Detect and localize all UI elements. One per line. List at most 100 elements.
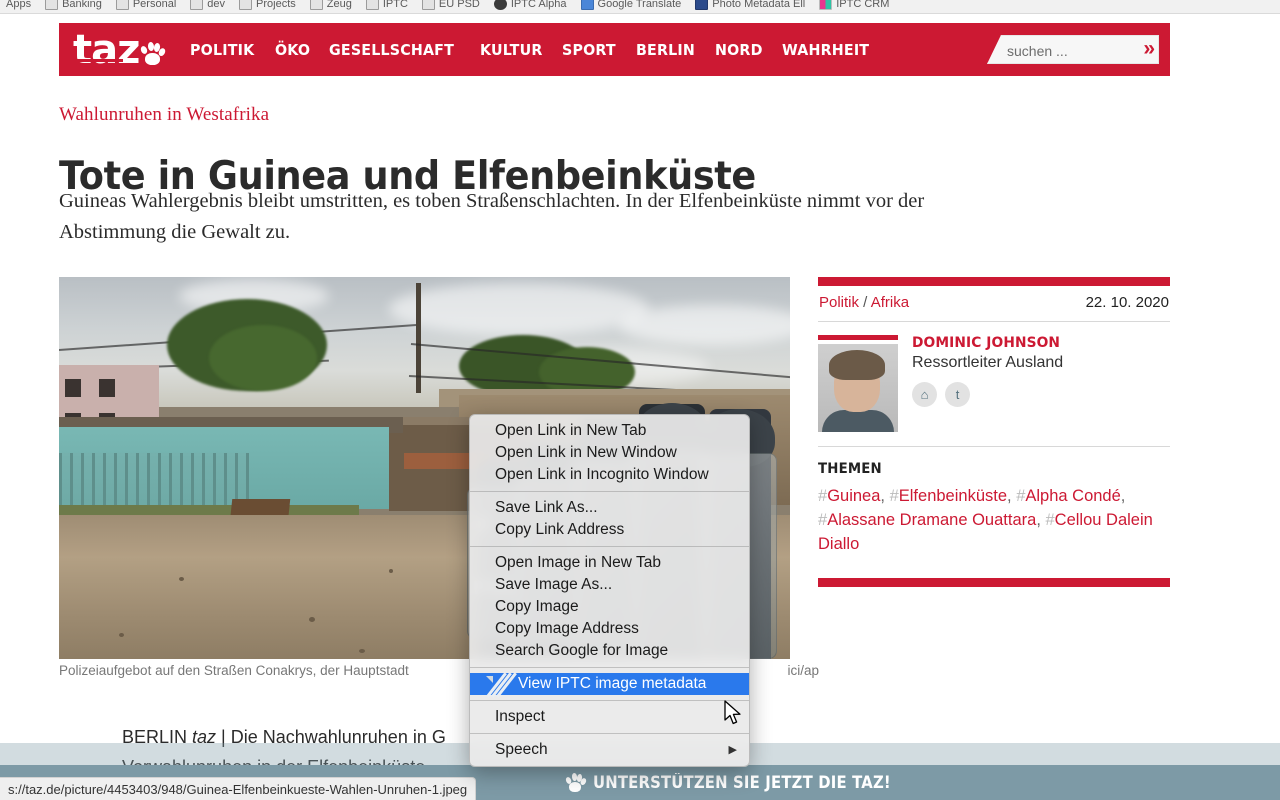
author-info: DOMINIC JOHNSON Ressortleiter Ausland ⌂ … — [912, 335, 1068, 432]
hash-icon: # — [818, 487, 828, 505]
nav-item-nord[interactable]: NORD — [715, 41, 763, 59]
menu-item-open-link-in-new-tab[interactable]: Open Link in New Tab — [470, 420, 749, 442]
menu-item-open-link-in-incognito-window[interactable]: Open Link in Incognito Window — [470, 464, 749, 486]
breadcrumb-primary[interactable]: Politik — [819, 294, 859, 311]
menu-separator — [470, 733, 749, 734]
bookmark-item[interactable]: Zeug — [309, 0, 352, 10]
context-menu[interactable]: Open Link in New Tab Open Link in New Win… — [469, 414, 750, 767]
menu-separator — [470, 700, 749, 701]
folder-icon — [309, 0, 323, 10]
breadcrumb-separator: / — [859, 294, 871, 311]
menu-item-label: Copy Image — [495, 598, 579, 615]
search-submit-icon[interactable]: » — [1143, 38, 1155, 60]
bookmark-label: Google Translate — [597, 0, 682, 10]
hash-icon: # — [1016, 487, 1026, 505]
bookmark-item[interactable]: EU PSD — [421, 0, 480, 10]
topic-tag-list: #Guinea, #Elfenbeinküste, #Alpha Condé, … — [818, 484, 1170, 556]
hash-icon: # — [818, 511, 828, 529]
topics-block: THEMEN #Guinea, #Elfenbeinküste, #Alpha … — [818, 447, 1170, 572]
nav-item-berlin[interactable]: BERLIN — [636, 41, 695, 59]
bookmark-item[interactable]: Banking — [45, 0, 102, 10]
search-input[interactable] — [1005, 35, 1127, 66]
topic-tag-label: Elfenbeinküste — [898, 487, 1008, 505]
bookmark-label: Apps — [6, 0, 32, 10]
nav-item-sport[interactable]: SPORT — [562, 41, 616, 59]
topic-tag[interactable]: #Alassane Dramane Ouattara — [818, 511, 1036, 529]
tag-separator: , — [1120, 487, 1126, 505]
menu-item-label: View IPTC image metadata — [518, 675, 707, 692]
bookmark-label: Photo Metadata Ell — [712, 0, 806, 10]
topic-tag[interactable]: #Guinea — [818, 487, 880, 505]
avatar-wrap — [818, 335, 898, 432]
topic-tag[interactable]: #Alpha Condé — [1016, 487, 1121, 505]
support-banner-label: UNTERSTÜTZEN SIE JETZT DIE TAZ! — [593, 773, 891, 792]
paw-icon — [140, 41, 167, 65]
topics-heading: THEMEN — [818, 461, 882, 477]
menu-item-label: Copy Link Address — [495, 521, 625, 538]
bookmark-item[interactable]: IPTC — [365, 0, 408, 10]
menu-item-label: Open Link in New Tab — [495, 422, 647, 439]
folder-icon — [365, 0, 379, 10]
page-viewport: taz POLITIK ÖKO GESELLSCHAFT KULTUR SPORT BER… — [0, 14, 1280, 800]
folder-icon — [239, 0, 253, 10]
bookmark-item[interactable]: Google Translate — [580, 0, 682, 10]
chevron-right-icon: ▶ — [728, 744, 737, 756]
search-box[interactable]: » — [987, 35, 1159, 66]
menu-item-label: Save Link As... — [495, 499, 598, 516]
translate-icon — [580, 0, 594, 10]
home-icon[interactable]: ⌂ — [912, 382, 937, 407]
menu-item-save-image-as[interactable]: Save Image As... — [470, 574, 749, 596]
twitter-icon[interactable]: t — [945, 382, 970, 407]
taz-logo[interactable]: taz — [73, 30, 167, 70]
menu-separator — [470, 667, 749, 668]
menu-item-open-image-in-new-tab[interactable]: Open Image in New Tab — [470, 552, 749, 574]
menu-item-label: Search Google for Image — [495, 642, 669, 659]
menu-item-label: Open Link in New Window — [495, 444, 677, 461]
menu-item-copy-image-address[interactable]: Copy Image Address — [470, 618, 749, 640]
author-name[interactable]: DOMINIC JOHNSON — [912, 335, 1060, 351]
menu-item-open-link-in-new-window[interactable]: Open Link in New Window — [470, 442, 749, 464]
menu-item-copy-link-address[interactable]: Copy Link Address — [470, 519, 749, 541]
rail-top-rule — [818, 277, 1170, 286]
bookmark-item[interactable]: dev — [190, 0, 225, 10]
bookmark-item[interactable]: IPTC CRM — [819, 0, 889, 10]
menu-item-inspect[interactable]: Inspect — [470, 706, 749, 728]
article-standfirst: Guineas Wahlergebnis bleibt umstritten, … — [59, 190, 925, 243]
menu-separator — [470, 546, 749, 547]
menu-item-save-link-as[interactable]: Save Link As... — [470, 497, 749, 519]
nav-item-öko[interactable]: ÖKO — [275, 41, 310, 59]
bookmark-label: EU PSD — [438, 0, 480, 10]
article-kicker[interactable]: Wahlunruhen in Westafrika — [59, 104, 269, 126]
nav-item-wahrheit[interactable]: WAHRHEIT — [782, 41, 869, 59]
nav-item-gesellschaft[interactable]: GESELLSCHAFT — [329, 41, 454, 59]
bookmark-item[interactable]: IPTC Alpha — [493, 0, 567, 10]
bookmark-item[interactable]: Projects — [239, 0, 296, 10]
menu-item-speech[interactable]: Speech ▶ — [470, 739, 749, 761]
bookmark-label: Projects — [256, 0, 296, 10]
menu-item-search-google-for-image[interactable]: Search Google for Image — [470, 640, 749, 662]
menu-item-copy-image[interactable]: Copy Image — [470, 596, 749, 618]
bookmark-item[interactable]: Photo Metadata Ell — [695, 0, 805, 10]
bookmark-label: dev — [207, 0, 226, 10]
circle-icon — [493, 0, 507, 10]
tag-separator: , — [1007, 487, 1017, 505]
article-sidebar: Politik / Afrika 22. 10. 2020 DOMINIC JO… — [818, 277, 1170, 587]
bookmark-item[interactable]: Apps — [6, 0, 31, 10]
bookmark-label: Personal — [132, 0, 177, 10]
nav-item-politik[interactable]: POLITIK — [190, 41, 254, 59]
author-social-icons: ⌂ t — [912, 382, 1068, 407]
photo-metadata-icon — [695, 0, 709, 10]
bookmark-item[interactable]: Personal — [115, 0, 177, 10]
menu-item-view-iptc-image-metadata[interactable]: View IPTC image metadata — [470, 672, 749, 698]
bookmarks-bar[interactable]: Apps Banking Personal dev Projects Zeug IPTC EU… — [0, 0, 1280, 14]
image-credit: ici/ap — [787, 663, 819, 678]
nav-item-kultur[interactable]: KULTUR — [480, 41, 543, 59]
folder-icon — [421, 0, 435, 10]
folder-icon — [45, 0, 59, 10]
breadcrumb-secondary[interactable]: Afrika — [871, 294, 909, 311]
topic-tag-label: Alassane Dramane Ouattara — [827, 511, 1037, 529]
topic-tag[interactable]: #Elfenbeinküste — [890, 487, 1007, 505]
paw-icon — [564, 772, 587, 792]
article-meta: Politik / Afrika 22. 10. 2020 — [818, 286, 1170, 322]
main-navigation: POLITIK ÖKO GESELLSCHAFT KULTUR SPORT BERLIN N… — [190, 41, 876, 59]
